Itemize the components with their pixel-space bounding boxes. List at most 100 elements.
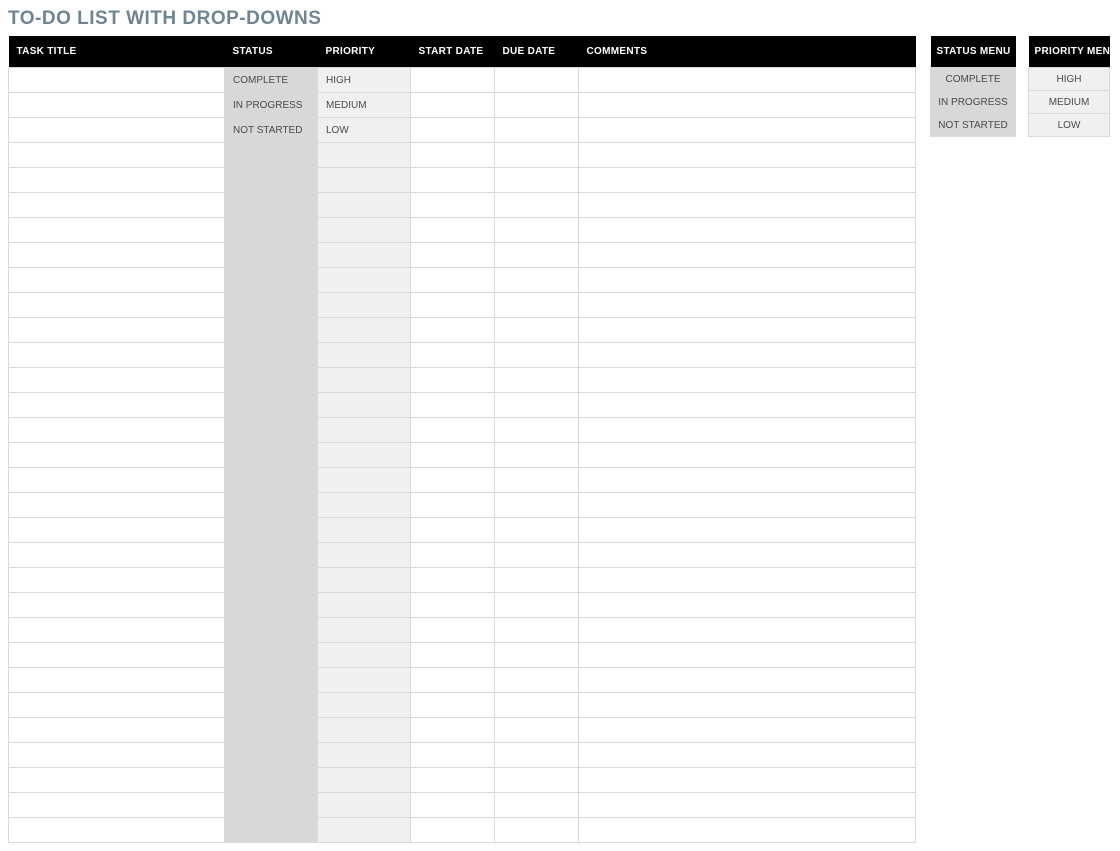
start-date-cell[interactable] bbox=[411, 493, 495, 518]
priority-cell[interactable] bbox=[318, 443, 411, 468]
status-cell[interactable] bbox=[225, 393, 318, 418]
start-date-cell[interactable] bbox=[411, 568, 495, 593]
due-date-cell[interactable] bbox=[495, 593, 579, 618]
task-title-cell[interactable] bbox=[9, 593, 225, 618]
comments-cell[interactable] bbox=[579, 818, 916, 843]
priority-cell[interactable] bbox=[318, 643, 411, 668]
priority-cell[interactable] bbox=[318, 618, 411, 643]
status-cell[interactable] bbox=[225, 718, 318, 743]
start-date-cell[interactable] bbox=[411, 768, 495, 793]
comments-cell[interactable] bbox=[579, 643, 916, 668]
status-cell[interactable] bbox=[225, 243, 318, 268]
task-title-cell[interactable] bbox=[9, 368, 225, 393]
comments-cell[interactable] bbox=[579, 168, 916, 193]
priority-cell[interactable] bbox=[318, 818, 411, 843]
due-date-cell[interactable] bbox=[495, 618, 579, 643]
priority-cell[interactable] bbox=[318, 793, 411, 818]
priority-cell[interactable] bbox=[318, 368, 411, 393]
comments-cell[interactable] bbox=[579, 668, 916, 693]
priority-cell[interactable] bbox=[318, 518, 411, 543]
status-cell[interactable] bbox=[225, 143, 318, 168]
priority-cell[interactable] bbox=[318, 668, 411, 693]
due-date-cell[interactable] bbox=[495, 468, 579, 493]
due-date-cell[interactable] bbox=[495, 93, 579, 118]
priority-cell[interactable] bbox=[318, 168, 411, 193]
comments-cell[interactable] bbox=[579, 68, 916, 93]
task-title-cell[interactable] bbox=[9, 643, 225, 668]
start-date-cell[interactable] bbox=[411, 343, 495, 368]
task-title-cell[interactable] bbox=[9, 693, 225, 718]
status-cell[interactable] bbox=[225, 568, 318, 593]
status-cell[interactable] bbox=[225, 418, 318, 443]
comments-cell[interactable] bbox=[579, 568, 916, 593]
priority-cell[interactable] bbox=[318, 243, 411, 268]
due-date-cell[interactable] bbox=[495, 693, 579, 718]
due-date-cell[interactable] bbox=[495, 68, 579, 93]
start-date-cell[interactable] bbox=[411, 418, 495, 443]
status-cell[interactable] bbox=[225, 543, 318, 568]
status-cell[interactable] bbox=[225, 668, 318, 693]
status-cell[interactable] bbox=[225, 793, 318, 818]
status-cell[interactable] bbox=[225, 818, 318, 843]
task-title-cell[interactable] bbox=[9, 543, 225, 568]
priority-cell[interactable] bbox=[318, 693, 411, 718]
start-date-cell[interactable] bbox=[411, 143, 495, 168]
comments-cell[interactable] bbox=[579, 268, 916, 293]
priority-cell[interactable] bbox=[318, 218, 411, 243]
comments-cell[interactable] bbox=[579, 718, 916, 743]
start-date-cell[interactable] bbox=[411, 193, 495, 218]
start-date-cell[interactable] bbox=[411, 243, 495, 268]
priority-cell[interactable] bbox=[318, 743, 411, 768]
comments-cell[interactable] bbox=[579, 443, 916, 468]
priority-cell[interactable] bbox=[318, 768, 411, 793]
task-title-cell[interactable] bbox=[9, 568, 225, 593]
comments-cell[interactable] bbox=[579, 318, 916, 343]
task-title-cell[interactable] bbox=[9, 318, 225, 343]
comments-cell[interactable] bbox=[579, 743, 916, 768]
task-title-cell[interactable] bbox=[9, 668, 225, 693]
comments-cell[interactable] bbox=[579, 293, 916, 318]
priority-cell[interactable] bbox=[318, 193, 411, 218]
start-date-cell[interactable] bbox=[411, 593, 495, 618]
status-cell[interactable] bbox=[225, 493, 318, 518]
start-date-cell[interactable] bbox=[411, 218, 495, 243]
status-cell[interactable] bbox=[225, 443, 318, 468]
priority-cell[interactable]: LOW bbox=[318, 118, 411, 143]
status-cell[interactable] bbox=[225, 643, 318, 668]
task-title-cell[interactable] bbox=[9, 793, 225, 818]
status-cell[interactable] bbox=[225, 318, 318, 343]
comments-cell[interactable] bbox=[579, 693, 916, 718]
start-date-cell[interactable] bbox=[411, 168, 495, 193]
status-cell[interactable] bbox=[225, 593, 318, 618]
due-date-cell[interactable] bbox=[495, 218, 579, 243]
task-title-cell[interactable] bbox=[9, 468, 225, 493]
status-cell[interactable] bbox=[225, 693, 318, 718]
due-date-cell[interactable] bbox=[495, 243, 579, 268]
comments-cell[interactable] bbox=[579, 118, 916, 143]
due-date-cell[interactable] bbox=[495, 393, 579, 418]
task-title-cell[interactable] bbox=[9, 118, 225, 143]
status-cell[interactable] bbox=[225, 468, 318, 493]
task-title-cell[interactable] bbox=[9, 143, 225, 168]
task-title-cell[interactable] bbox=[9, 618, 225, 643]
start-date-cell[interactable] bbox=[411, 68, 495, 93]
task-title-cell[interactable] bbox=[9, 343, 225, 368]
task-title-cell[interactable] bbox=[9, 718, 225, 743]
comments-cell[interactable] bbox=[579, 218, 916, 243]
comments-cell[interactable] bbox=[579, 618, 916, 643]
start-date-cell[interactable] bbox=[411, 818, 495, 843]
start-date-cell[interactable] bbox=[411, 618, 495, 643]
start-date-cell[interactable] bbox=[411, 643, 495, 668]
start-date-cell[interactable] bbox=[411, 518, 495, 543]
start-date-cell[interactable] bbox=[411, 743, 495, 768]
task-title-cell[interactable] bbox=[9, 68, 225, 93]
due-date-cell[interactable] bbox=[495, 743, 579, 768]
task-title-cell[interactable] bbox=[9, 768, 225, 793]
start-date-cell[interactable] bbox=[411, 468, 495, 493]
status-cell[interactable]: COMPLETE bbox=[225, 68, 318, 93]
comments-cell[interactable] bbox=[579, 418, 916, 443]
due-date-cell[interactable] bbox=[495, 493, 579, 518]
due-date-cell[interactable] bbox=[495, 343, 579, 368]
priority-cell[interactable] bbox=[318, 268, 411, 293]
due-date-cell[interactable] bbox=[495, 368, 579, 393]
